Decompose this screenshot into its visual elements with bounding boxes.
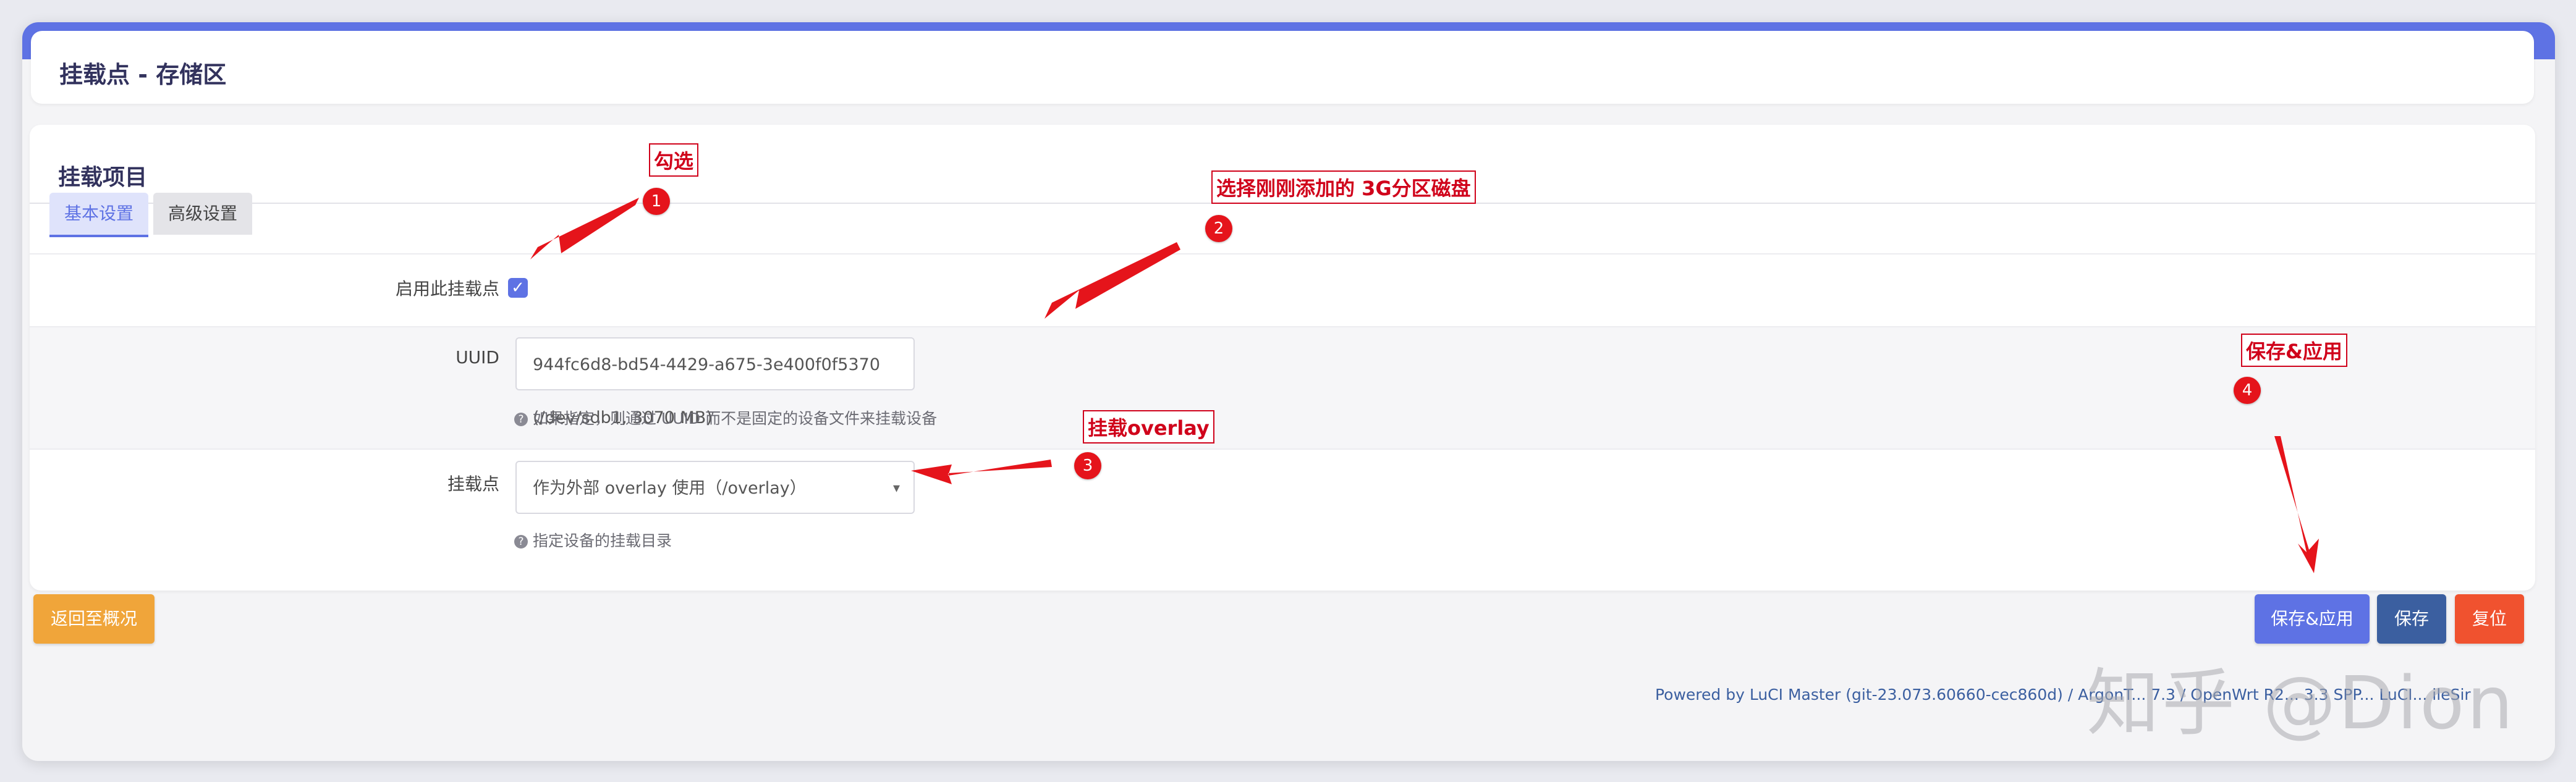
arrow-3-icon <box>911 460 1052 484</box>
annotation-arrows <box>530 198 2319 573</box>
arrow-2-icon <box>1044 242 1180 319</box>
arrow-4-icon <box>2274 436 2319 573</box>
arrow-1-icon <box>530 198 639 259</box>
